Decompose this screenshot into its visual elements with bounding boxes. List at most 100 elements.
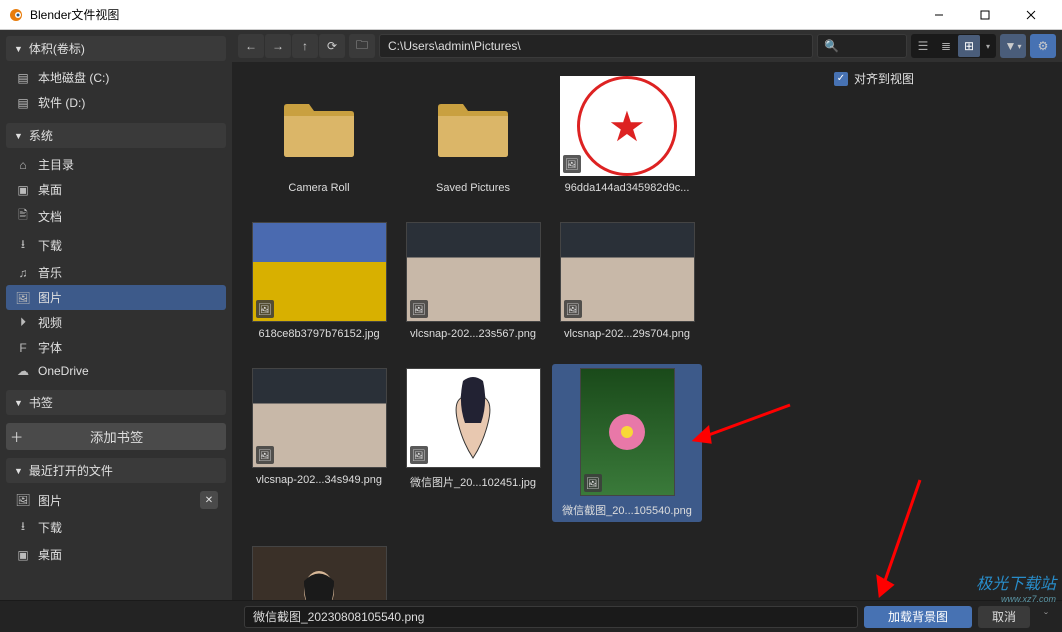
nav-back-button[interactable]: ← xyxy=(238,34,264,58)
system-item-6[interactable]: ⏵ 视频 xyxy=(6,310,226,335)
close-button[interactable] xyxy=(1008,0,1054,30)
system-item-5-label: 图片 xyxy=(38,289,62,306)
checkbox-checked-icon: ✓ xyxy=(834,72,848,86)
file-item[interactable]: ★🖼96dda144ad345982d9c... xyxy=(552,72,702,198)
view-mode-group: ☰ ≣ ⊞ ▾ xyxy=(911,34,996,58)
recent-item-2-label: 桌面 xyxy=(38,546,62,563)
file-label: vlcsnap-202...23s567.png xyxy=(410,328,536,340)
system-item-1[interactable]: ▣桌面 xyxy=(6,177,226,202)
maximize-button[interactable] xyxy=(962,0,1008,30)
system-item-8-icon: ☁ xyxy=(14,364,32,378)
bookmarks-header-label: 书签 xyxy=(29,394,53,411)
view-list-button[interactable]: ☰ xyxy=(912,35,934,57)
system-item-8[interactable]: ☁ OneDrive xyxy=(6,360,226,382)
chevron-down-icon: ▼ xyxy=(14,398,23,408)
recent-header-label: 最近打开的文件 xyxy=(29,462,113,479)
view-options-dropdown[interactable]: ▾ xyxy=(981,35,995,57)
image-type-icon: 🖼 xyxy=(564,300,582,318)
view-detail-button[interactable]: ≣ xyxy=(935,35,957,57)
file-thumbnail xyxy=(406,76,541,176)
nav-refresh-button[interactable]: ⟳ xyxy=(319,34,345,58)
image-type-icon: 🖼 xyxy=(563,155,581,173)
recent-item-2[interactable]: ▣ 桌面 xyxy=(6,542,226,567)
file-label: 618ce8b3797b76152.jpg xyxy=(258,328,379,340)
bookmarks-header[interactable]: ▼ 书签 xyxy=(6,390,226,415)
volume-item-1-icon: ▤ xyxy=(14,96,32,110)
file-thumbnail: 🖼 xyxy=(252,368,387,468)
file-thumbnail xyxy=(252,76,387,176)
volumes-header[interactable]: ▼ 体积(卷标) xyxy=(6,36,226,61)
search-input[interactable]: 🔍 xyxy=(817,34,907,58)
system-item-7[interactable]: F字体 xyxy=(6,335,226,360)
system-item-4-icon: ♫ xyxy=(14,266,32,280)
view-thumbnail-button[interactable]: ⊞ xyxy=(958,35,980,57)
file-label: 96dda144ad345982d9c... xyxy=(565,182,690,194)
file-thumbnail: 🖼 xyxy=(560,222,695,322)
align-to-view-option[interactable]: ✓ 对齐到视图 xyxy=(834,70,1050,87)
new-folder-button[interactable]: 🗀 xyxy=(349,34,375,58)
image-type-icon: 🖼 xyxy=(584,474,602,492)
recent-item-0-icon: 🖼 xyxy=(14,493,32,507)
system-item-6-label: 视频 xyxy=(38,314,62,331)
system-item-5-icon: 🖼 xyxy=(14,291,32,305)
filename-input[interactable] xyxy=(244,606,858,628)
add-bookmark-label: 添加书签 xyxy=(23,427,210,446)
search-icon: 🔍 xyxy=(824,39,839,53)
system-item-4[interactable]: ♫ 音乐 xyxy=(6,260,226,285)
system-item-6-icon: ⏵ xyxy=(14,315,32,330)
image-type-icon: 🖼 xyxy=(410,446,428,464)
file-item[interactable]: 🖼微信图片_20...102451.jpg xyxy=(398,364,548,522)
file-item[interactable]: 🖼 vlcsnap-202...29s704.png xyxy=(552,218,702,344)
file-thumbnail: 🖼 xyxy=(580,368,675,496)
load-background-button[interactable]: 加载背景图 xyxy=(864,606,972,628)
settings-button[interactable]: ⚙ xyxy=(1030,34,1056,58)
file-item[interactable]: 🖼 618ce8b3797b76152.jpg xyxy=(244,218,394,344)
nav-up-button[interactable]: ↑ xyxy=(292,34,318,58)
folder-item[interactable]: Camera Roll xyxy=(244,72,394,198)
recent-item-1[interactable]: ⭳下载 xyxy=(6,513,226,542)
add-bookmark-button[interactable]: ＋ 添加书签 xyxy=(6,423,226,450)
system-item-3-label: 下载 xyxy=(38,237,62,254)
file-thumbnail: 🖼 xyxy=(252,222,387,322)
system-item-1-icon: ▣ xyxy=(14,183,32,197)
system-item-8-label: OneDrive xyxy=(38,364,89,378)
system-item-0[interactable]: ⌂主目录 xyxy=(6,152,226,177)
remove-recent-button[interactable]: ✕ xyxy=(200,491,218,509)
volume-item-1-label: 软件 (D:) xyxy=(38,94,85,111)
nav-forward-button[interactable]: → xyxy=(265,34,291,58)
system-item-2-icon: 🖹 xyxy=(14,206,32,227)
window-title: Blender文件视图 xyxy=(30,6,916,23)
file-label: vlcsnap-202...29s704.png xyxy=(564,328,690,340)
volume-item-1[interactable]: ▤ 软件 (D:) xyxy=(6,90,226,115)
file-item[interactable]: 🖼微信截图_20...105540.png xyxy=(552,364,702,522)
file-thumbnail: 🖼 xyxy=(406,222,541,322)
volume-item-0[interactable]: ▤本地磁盘 (C:) xyxy=(6,65,226,90)
path-input[interactable] xyxy=(379,34,813,58)
file-item[interactable]: 🖼 xyxy=(244,542,394,600)
file-thumbnail: 🖼 xyxy=(252,546,387,600)
recent-item-2-icon: ▣ xyxy=(14,548,32,562)
minimize-button[interactable] xyxy=(916,0,962,30)
system-item-5[interactable]: 🖼 图片 xyxy=(6,285,226,310)
system-header-label: 系统 xyxy=(29,127,53,144)
bottom-bar: 加载背景图 取消 ˇ xyxy=(0,600,1062,632)
recent-header[interactable]: ▼ 最近打开的文件 xyxy=(6,458,226,483)
expand-options-button[interactable]: ˇ xyxy=(1036,607,1056,627)
options-panel: ✓ 对齐到视图 xyxy=(822,62,1062,600)
filter-button[interactable]: ▼▾ xyxy=(1000,34,1026,58)
chevron-down-icon: ▼ xyxy=(14,44,23,54)
recent-item-0[interactable]: 🖼图片✕ xyxy=(6,487,226,513)
system-item-3[interactable]: ⭳下载 xyxy=(6,231,226,260)
file-grid: Camera RollSaved Pictures★🖼96dda144ad345… xyxy=(232,62,822,600)
file-label: vlcsnap-202...34s949.png xyxy=(256,474,382,486)
image-type-icon: 🖼 xyxy=(256,300,274,318)
cancel-button[interactable]: 取消 xyxy=(978,606,1030,628)
file-item[interactable]: 🖼 vlcsnap-202...23s567.png xyxy=(398,218,548,344)
file-item[interactable]: 🖼 vlcsnap-202...34s949.png xyxy=(244,364,394,522)
file-label: Camera Roll xyxy=(288,182,349,194)
folder-item[interactable]: Saved Pictures xyxy=(398,72,548,198)
file-thumbnail: 🖼 xyxy=(406,368,541,468)
system-header[interactable]: ▼ 系统 xyxy=(6,123,226,148)
system-item-4-label: 音乐 xyxy=(38,264,62,281)
system-item-2[interactable]: 🖹文档 xyxy=(6,202,226,231)
